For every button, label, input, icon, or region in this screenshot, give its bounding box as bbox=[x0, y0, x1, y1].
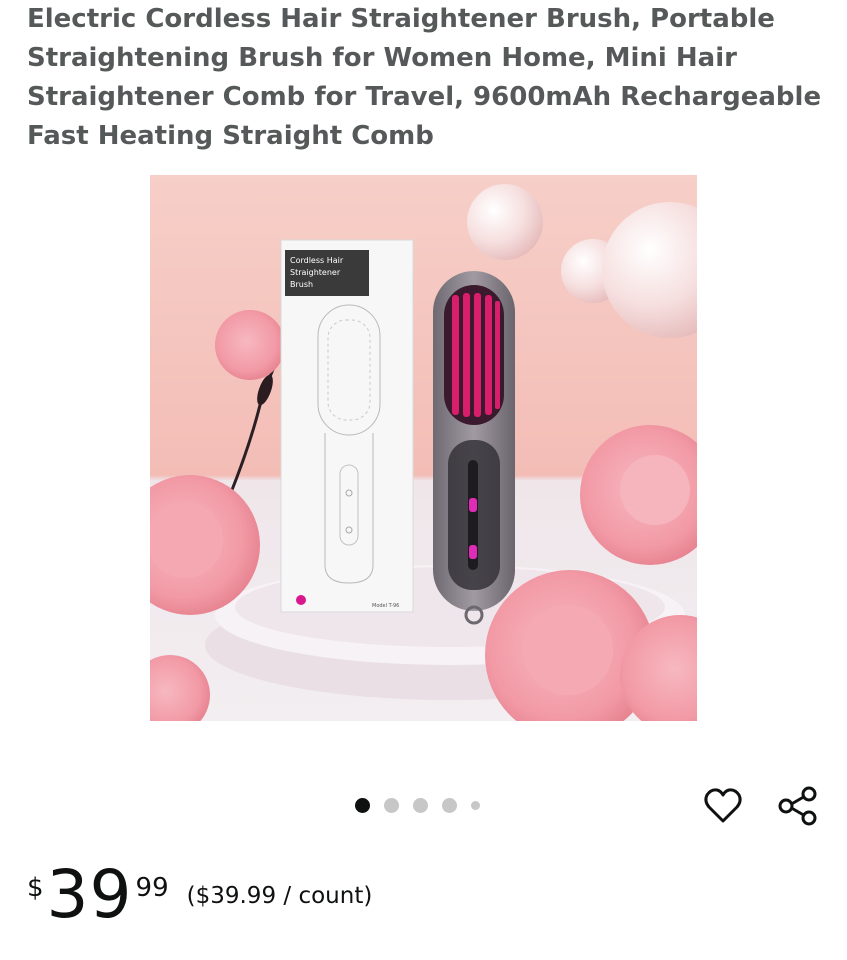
heart-icon[interactable] bbox=[701, 784, 745, 828]
carousel-dot-2[interactable] bbox=[384, 797, 399, 813]
carousel-dot-4[interactable] bbox=[442, 797, 457, 813]
box-label-2: Straightener bbox=[290, 268, 341, 277]
unit-price: ($39.99 / count) bbox=[186, 883, 373, 909]
price-fraction: 99 bbox=[135, 873, 169, 903]
carousel-dot-5[interactable] bbox=[471, 800, 480, 810]
price-symbol: $ bbox=[27, 873, 44, 903]
price-whole: 39 bbox=[46, 856, 133, 933]
image-carousel-dots[interactable] bbox=[355, 797, 480, 813]
box-label-1: Cordless Hair bbox=[290, 256, 344, 265]
share-icon[interactable] bbox=[776, 784, 820, 828]
box-label-3: Brush bbox=[290, 280, 313, 289]
price-block: $ 39 99 ($39.99 / count) bbox=[27, 855, 372, 945]
product-image[interactable]: Cordless Hair Straightener Brush Model T… bbox=[150, 175, 697, 721]
carousel-dot-3[interactable] bbox=[413, 797, 428, 813]
box-model-text: Model T-96 bbox=[372, 603, 399, 609]
carousel-dot-1[interactable] bbox=[355, 797, 370, 813]
product-photo: Cordless Hair Straightener Brush Model T… bbox=[150, 175, 697, 721]
product-title: Electric Cordless Hair Straightener Brus… bbox=[27, 4, 822, 151]
